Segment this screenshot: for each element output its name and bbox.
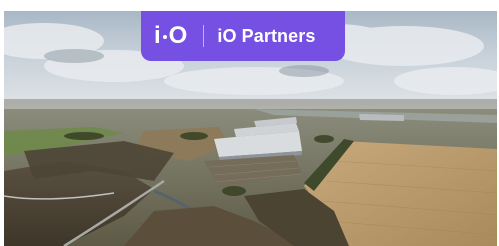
io-logo: i O [154,11,187,61]
logo-letter-o: O [168,22,188,49]
badge-divider [203,25,205,47]
partner-badge: i O iO Partners [141,11,345,61]
partner-label: iO Partners [217,25,316,46]
logo-letter-i: i [154,22,161,49]
logo-dot-icon [162,35,167,39]
